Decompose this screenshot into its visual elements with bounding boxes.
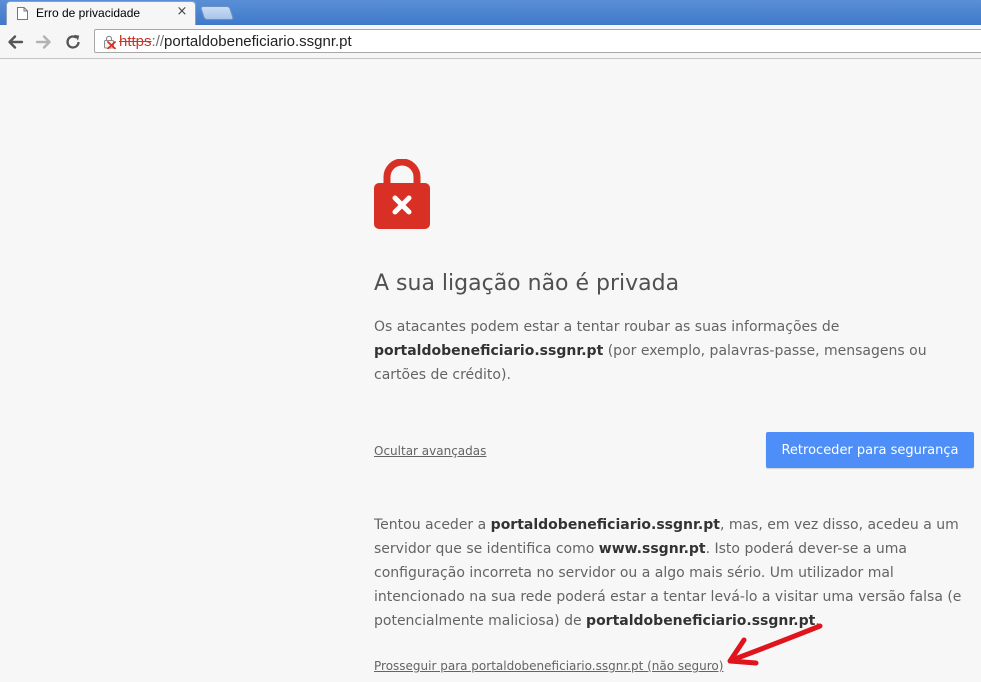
toolbar: https://portaldobeneficiario.ssgnr.pt bbox=[0, 25, 981, 59]
close-icon[interactable]: × bbox=[175, 4, 189, 20]
url-text: https://portaldobeneficiario.ssgnr.pt bbox=[119, 33, 352, 50]
tab-privacy-error[interactable]: Erro de privacidade × bbox=[6, 1, 196, 25]
proceed-unsafe-link[interactable]: Prosseguir para portaldobeneficiario.ssg… bbox=[374, 659, 723, 673]
back-to-safety-button[interactable]: Retroceder para segurança bbox=[766, 432, 974, 468]
reload-icon[interactable] bbox=[64, 33, 82, 51]
red-padlock-x-icon bbox=[374, 159, 430, 229]
page-title: A sua ligação não é privada bbox=[374, 271, 680, 296]
hide-advanced-link[interactable]: Ocultar avançadas bbox=[374, 444, 486, 458]
url-host: portaldobeneficiario.ssgnr.pt bbox=[164, 33, 352, 50]
url-separator: :// bbox=[151, 33, 165, 50]
red-arrow-annotation-icon bbox=[727, 623, 823, 666]
summary-text: Os atacantes podem estar a tentar roubar… bbox=[374, 319, 927, 383]
tab-strip: Erro de privacidade × bbox=[0, 0, 981, 25]
site-host: portaldobeneficiario.ssgnr.pt bbox=[374, 343, 604, 359]
forward-arrow-icon[interactable] bbox=[35, 33, 53, 51]
tab-title: Erro de privacidade bbox=[36, 6, 141, 20]
url-scheme: https bbox=[119, 33, 152, 50]
page-icon bbox=[17, 7, 28, 20]
site-host: portaldobeneficiario.ssgnr.pt bbox=[490, 517, 720, 533]
certificate-host: www.ssgnr.pt bbox=[598, 541, 706, 557]
back-arrow-icon[interactable] bbox=[6, 33, 24, 51]
details-text: Tentou aceder a portaldobeneficiario.ssg… bbox=[374, 517, 962, 629]
broken-lock-icon[interactable] bbox=[103, 35, 117, 49]
address-bar[interactable]: https://portaldobeneficiario.ssgnr.pt bbox=[94, 29, 981, 53]
new-tab-button[interactable] bbox=[199, 6, 235, 20]
